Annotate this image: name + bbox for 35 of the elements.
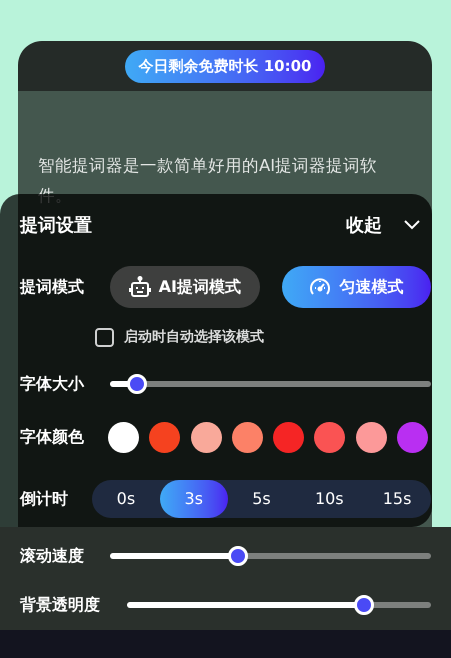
row-label: 背景透明度 xyxy=(20,594,101,616)
color-swatch[interactable] xyxy=(149,422,180,452)
countdown-option[interactable]: 10s xyxy=(295,480,364,518)
countdown-option[interactable]: 0s xyxy=(92,480,160,518)
slider-thumb[interactable] xyxy=(127,374,148,394)
script-line: 智能提词器是一款简单好用的AI提词器提词软 xyxy=(38,155,378,177)
slider-thumb[interactable] xyxy=(228,546,248,566)
row-label: 倒计时 xyxy=(20,488,69,510)
collapse-button[interactable]: 收起 xyxy=(346,212,420,238)
row-label: 提词模式 xyxy=(20,276,85,298)
countdown-option[interactable]: 15s xyxy=(363,480,431,518)
mode-button[interactable]: 匀速模式 xyxy=(282,266,431,308)
chevron-down-icon xyxy=(404,220,420,230)
color-swatch[interactable] xyxy=(273,422,304,452)
countdown-option[interactable]: 3s xyxy=(160,480,228,518)
color-swatch[interactable] xyxy=(232,422,263,452)
row-label: 字体大小 xyxy=(20,373,86,395)
robot-icon xyxy=(128,276,151,298)
checkbox-label: 启动时自动选择该模式 xyxy=(124,328,264,346)
color-swatch[interactable] xyxy=(190,422,222,452)
row-label: 滚动速度 xyxy=(20,545,85,567)
color-swatch[interactable] xyxy=(314,422,346,452)
checkbox[interactable] xyxy=(95,328,114,346)
slider[interactable] xyxy=(110,374,431,394)
color-swatch[interactable] xyxy=(397,422,428,452)
row-label: 字体颜色 xyxy=(20,426,85,448)
mode-button[interactable]: AI提词模式 xyxy=(110,266,260,308)
slider[interactable] xyxy=(127,595,431,615)
color-swatch[interactable] xyxy=(108,422,139,452)
free-time-badge: 今日剩余免费时长 10:00 xyxy=(124,50,326,82)
settings-title: 提词设置 xyxy=(20,214,92,238)
color-swatch[interactable] xyxy=(356,422,387,452)
countdown-option[interactable]: 5s xyxy=(228,480,296,518)
slider[interactable] xyxy=(110,546,431,566)
slider-thumb[interactable] xyxy=(354,595,374,615)
